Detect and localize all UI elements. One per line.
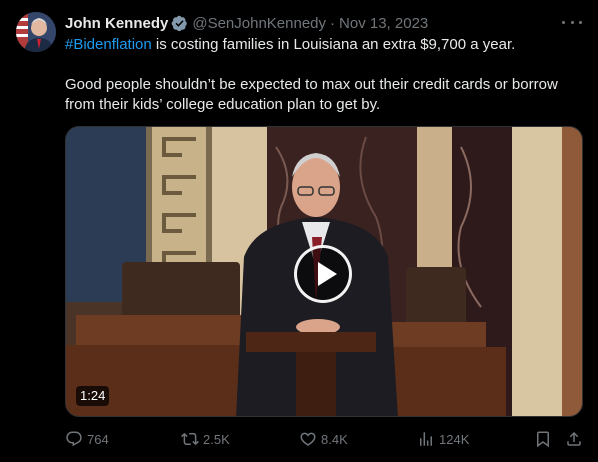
tweet-line-1-text: is costing families in Louisiana an extr… bbox=[151, 36, 516, 53]
video-duration: 1:24 bbox=[76, 386, 110, 406]
separator-dot: · bbox=[330, 14, 336, 32]
reply-icon bbox=[66, 431, 82, 447]
bookmark-icon bbox=[537, 431, 549, 448]
views-count: 124K bbox=[439, 431, 470, 447]
like-button[interactable]: 8.4K bbox=[299, 430, 348, 448]
verified-badge-icon bbox=[171, 15, 188, 31]
repost-count: 2.5K bbox=[203, 431, 230, 447]
tweet-paragraph-1: #Bidenflation is costing families in Lou… bbox=[65, 35, 580, 55]
tweet-paragraph-2: Good people shouldn’t be expected to max… bbox=[65, 76, 558, 113]
play-icon[interactable] bbox=[294, 245, 352, 303]
tweet-text: #Bidenflation is costing families in Lou… bbox=[65, 35, 580, 115]
reply-count: 764 bbox=[87, 431, 109, 447]
share-icon bbox=[567, 431, 581, 446]
share-button[interactable] bbox=[565, 430, 583, 448]
hashtag-link[interactable]: #Bidenflation bbox=[65, 36, 152, 53]
reply-button[interactable]: 764 bbox=[65, 430, 109, 448]
action-bar: 764 2.5K 8.4K 124K bbox=[65, 430, 585, 450]
bookmark-button[interactable] bbox=[534, 430, 552, 448]
more-icon[interactable] bbox=[562, 14, 582, 30]
tweet-date[interactable]: Nov 13, 2023 bbox=[339, 15, 428, 32]
repost-button[interactable]: 2.5K bbox=[181, 430, 230, 448]
like-count: 8.4K bbox=[321, 431, 348, 447]
tweet-header: John Kennedy @SenJohnKennedy · Nov 13, 2… bbox=[65, 13, 428, 33]
author-avatar[interactable] bbox=[16, 12, 56, 52]
author-handle[interactable]: @SenJohnKennedy bbox=[192, 15, 326, 32]
like-icon bbox=[300, 432, 316, 446]
repost-icon bbox=[181, 432, 199, 446]
tweet-card[interactable]: John Kennedy @SenJohnKennedy · Nov 13, 2… bbox=[0, 0, 598, 462]
author-name[interactable]: John Kennedy bbox=[65, 15, 168, 32]
views-button[interactable]: 124K bbox=[417, 430, 469, 448]
views-icon bbox=[420, 432, 432, 446]
